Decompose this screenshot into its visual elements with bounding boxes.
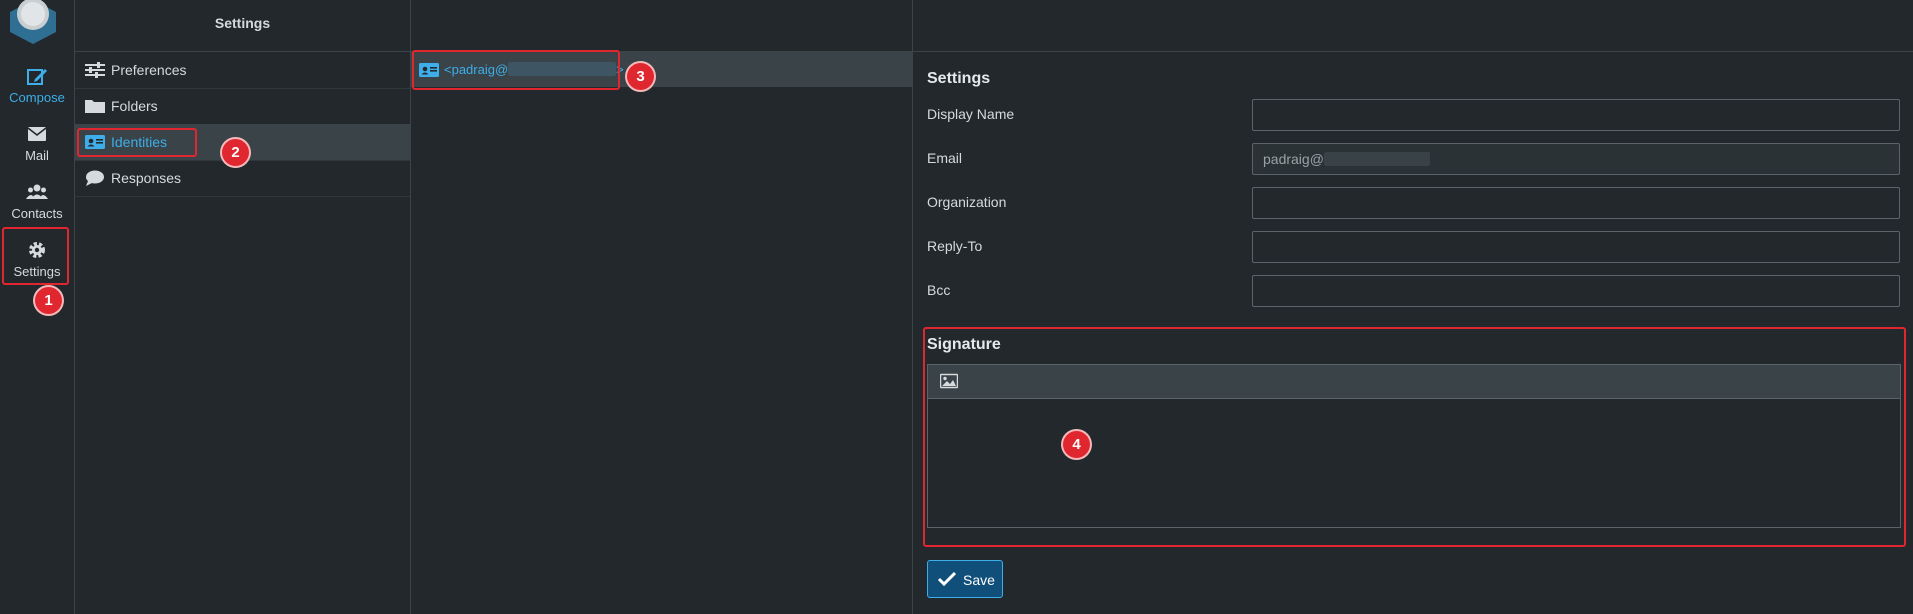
- compose-icon: [27, 69, 47, 85]
- reply-to-label: Reply-To: [927, 238, 983, 254]
- section-title: Settings: [927, 70, 991, 87]
- identities-panel: <padraig@ >: [411, 0, 913, 614]
- identities-panel-header: [411, 0, 912, 52]
- organization-label: Organization: [927, 194, 1007, 210]
- rail-mail-label: Mail: [25, 148, 49, 163]
- rail-compose-label: Compose: [9, 90, 65, 105]
- settings-item-preferences[interactable]: Preferences: [75, 52, 410, 89]
- settings-panel-header: Settings: [75, 0, 410, 52]
- annotation-number: 4: [1063, 431, 1090, 458]
- save-button-label: Save: [963, 572, 995, 588]
- settings-item-label: Responses: [111, 170, 182, 186]
- main-panel-header: [913, 0, 1913, 52]
- rail-compose[interactable]: Compose: [0, 58, 74, 114]
- rail-contacts[interactable]: Contacts: [0, 174, 74, 230]
- sliders-icon: [85, 62, 105, 78]
- annotation-box-identity: [412, 50, 620, 90]
- speech-bubble-icon: [86, 170, 104, 186]
- bcc-field[interactable]: [1252, 275, 1900, 307]
- settings-panel-title: Settings: [214, 15, 271, 31]
- rail-mail[interactable]: Mail: [0, 116, 74, 172]
- display-name-label: Display Name: [927, 106, 1015, 122]
- settings-panel: Settings Preferences Folders Identities …: [75, 0, 411, 614]
- reply-to-field[interactable]: [1252, 231, 1900, 263]
- email-label: Email: [927, 150, 963, 166]
- annotation-number: 3: [627, 63, 654, 90]
- email-value: padraig@: [1263, 151, 1324, 167]
- annotation-number: 2: [222, 139, 249, 166]
- organization-field[interactable]: [1252, 187, 1900, 219]
- mail-icon: [27, 127, 47, 141]
- save-button[interactable]: Save: [927, 560, 1003, 598]
- settings-item-label: Preferences: [111, 62, 187, 78]
- annotation-number: 1: [35, 287, 62, 314]
- annotation-box-identities: [77, 128, 197, 157]
- settings-item-responses[interactable]: Responses: [75, 160, 410, 197]
- annotation-box-settings: [2, 227, 69, 285]
- app-logo: [10, 0, 56, 44]
- contacts-icon: [26, 184, 48, 199]
- redacted-domain: [1323, 152, 1430, 166]
- settings-item-label: Folders: [111, 98, 158, 114]
- email-field[interactable]: padraig@: [1252, 143, 1900, 175]
- checkmark-icon: [938, 572, 956, 586]
- bcc-label: Bcc: [927, 282, 951, 298]
- rail-contacts-label: Contacts: [11, 206, 63, 221]
- folder-icon: [85, 100, 105, 113]
- settings-item-folders[interactable]: Folders: [75, 88, 410, 125]
- display-name-field[interactable]: [1252, 99, 1900, 131]
